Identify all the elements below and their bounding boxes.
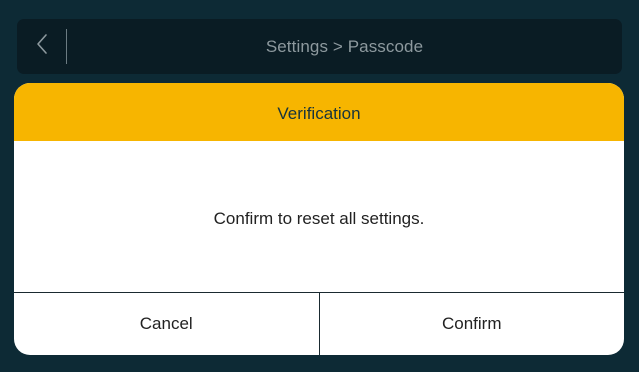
dialog-actions: Cancel Confirm xyxy=(14,292,624,355)
verification-dialog: Verification Confirm to reset all settin… xyxy=(14,83,624,355)
cancel-button[interactable]: Cancel xyxy=(14,293,320,355)
back-button[interactable] xyxy=(17,19,67,74)
confirm-button[interactable]: Confirm xyxy=(320,293,625,355)
dialog-message: Confirm to reset all settings. xyxy=(213,209,425,228)
dialog-title: Verification xyxy=(14,83,624,141)
chevron-left-icon xyxy=(36,33,48,60)
breadcrumb: Settings > Passcode xyxy=(265,37,424,56)
top-bar: Settings > Passcode xyxy=(17,19,622,74)
